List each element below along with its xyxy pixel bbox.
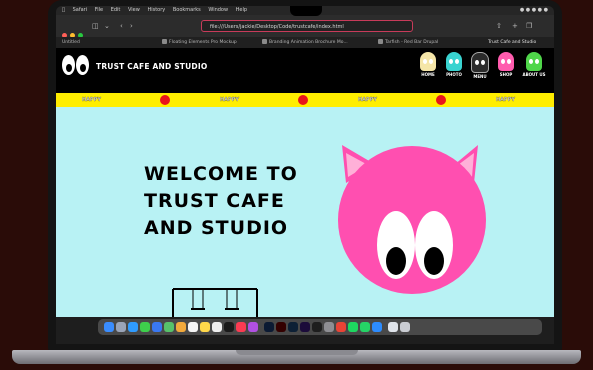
zoom-icon[interactable] [372,322,382,332]
pink-cat-mascot-icon[interactable] [332,135,492,295]
new-tab-icon[interactable]: + [512,22,518,30]
macos-dock [98,319,542,335]
reminders-icon[interactable] [212,322,222,332]
nav-shop[interactable]: SHOP [494,52,518,77]
finder-icon[interactable] [104,322,114,332]
messages-icon[interactable] [140,322,150,332]
preview-icon[interactable] [388,322,398,332]
menu-edit[interactable]: Edit [111,7,121,13]
laptop-frame:  Safari File Edit View History Bookmark… [48,0,562,352]
whatsapp-icon[interactable] [360,322,370,332]
marquee-ticker: HAPPY HAPPY HAPPY HAPPY [56,93,554,107]
tab-trust-cafe[interactable]: Trust Cafe and Studio [488,37,554,48]
ticker-word: HAPPY [220,97,240,103]
menu-help[interactable]: Help [236,7,247,13]
lightroom-icon[interactable] [288,322,298,332]
back-icon[interactable]: ‹ [120,22,123,30]
ticker-word: HAPPY [358,97,378,103]
apple-icon[interactable]:  [62,7,65,13]
tab-favicon-icon [378,39,383,44]
ticker-word: HAPPY [496,97,516,103]
chevron-down-icon[interactable]: ⌄ [104,22,110,30]
nav-menu[interactable]: MENU [468,52,492,79]
logo-eyes-icon[interactable] [62,55,90,79]
address-bar[interactable]: file:///Users/jackie/Desktop/Code/trustc… [201,20,413,32]
nav-home[interactable]: HOME [416,52,440,77]
menu-window[interactable]: Window [208,7,228,13]
safari-icon[interactable] [128,322,138,332]
home-mascot-icon [420,52,436,71]
ticker-dot [436,95,446,105]
sidebar-icon[interactable]: ◫ [92,22,99,30]
menu-file[interactable]: File [95,7,103,13]
swing-set-icon [172,288,258,317]
tv-icon[interactable] [224,322,234,332]
laptop-lid-groove [236,350,358,355]
shop-mascot-icon [498,52,514,71]
spotify-icon[interactable] [348,322,358,332]
ticker-word: HAPPY [82,97,102,103]
forward-icon[interactable]: › [130,22,133,30]
camera-notch [290,6,322,16]
photoshop-icon[interactable] [264,322,274,332]
podcasts-icon[interactable] [248,322,258,332]
nav-photo[interactable]: PHOTO [442,52,466,77]
ticker-dot [160,95,170,105]
tab-tarfish[interactable]: Tarfish - Red Bar Drupal [378,37,468,48]
photos-icon[interactable] [176,322,186,332]
site-header: TRUST CAFE AND STUDIO HOME PHOTO MENU SH… [56,48,554,93]
tab-bar: Untitled Floating Elements Pro Mockup Br… [56,37,554,48]
calendar-icon[interactable] [188,322,198,332]
notes-icon[interactable] [200,322,210,332]
menu-mascot-icon [471,52,489,73]
tab-favicon-icon [162,39,167,44]
aftereffects-icon[interactable] [300,322,310,332]
maps-icon[interactable] [164,322,174,332]
hero-title: WELCOME TO TRUST CAFE AND STUDIO [144,163,298,239]
settings-icon[interactable] [324,322,334,332]
illustrator-icon[interactable] [276,322,286,332]
tab-untitled[interactable]: Untitled [62,37,152,48]
tab-favicon-icon [262,39,267,44]
menu-history[interactable]: History [147,7,165,13]
launchpad-icon[interactable] [116,322,126,332]
brand-name[interactable]: TRUST CAFE AND STUDIO [96,62,207,71]
status-icons[interactable]: ● ● ● ● ● [520,6,548,15]
tab-overview-icon[interactable]: ❐ [526,22,532,30]
tab-floating-elements[interactable]: Floating Elements Pro Mockup [162,37,252,48]
mail-icon[interactable] [152,322,162,332]
ticker-dot [298,95,308,105]
music-icon[interactable] [236,322,246,332]
laptop-screen:  Safari File Edit View History Bookmark… [56,6,554,344]
chrome-icon[interactable] [336,322,346,332]
hero-section: WELCOME TO TRUST CAFE AND STUDIO [56,107,554,317]
share-icon[interactable]: ⇧ [496,22,502,30]
menu-bookmarks[interactable]: Bookmarks [173,7,201,13]
menu-view[interactable]: View [128,7,140,13]
browser-toolbar: ◫ ⌄ ‹ › file:///Users/jackie/Desktop/Cod… [56,15,554,38]
figma-icon[interactable] [312,322,322,332]
photo-mascot-icon [446,52,462,71]
tab-branding-animation[interactable]: Branding Animation Brochure Mo... [262,37,358,48]
nav-about-us[interactable]: ABOUT US [522,52,546,77]
trash-icon[interactable] [400,322,410,332]
menu-safari[interactable]: Safari [73,7,88,13]
about-mascot-icon [526,52,542,71]
